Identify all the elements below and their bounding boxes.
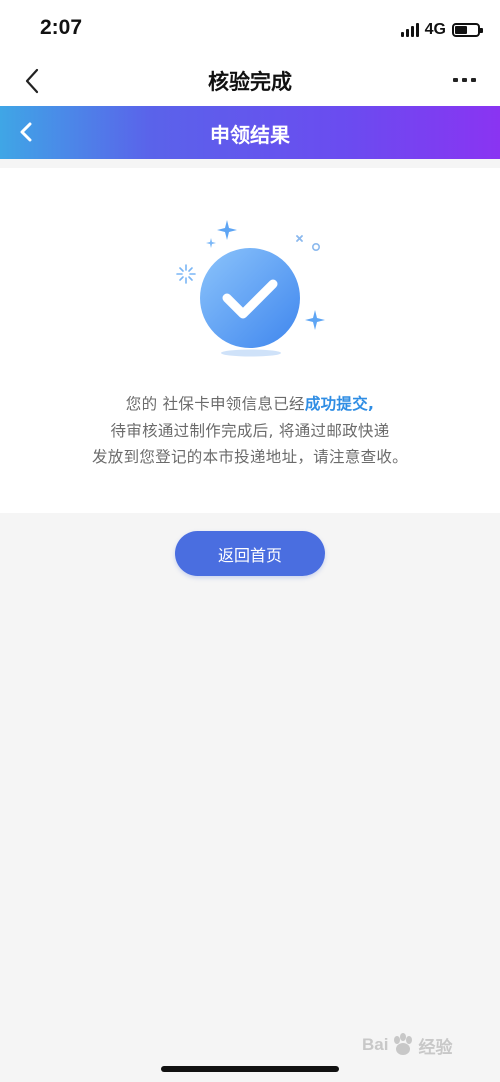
watermark-text-b: 经验 (418, 1037, 453, 1057)
result-message-line-3: 发放到您登记的本市投递地址，请注意查收。 (91, 448, 408, 466)
status-bar: 2:07 4G (0, 0, 500, 56)
page-title: 核验完成 (208, 70, 292, 94)
return-home-button[interactable]: 返回首页 (175, 531, 325, 576)
result-message-prefix: 您的 社保卡申领信息已经 (125, 395, 305, 413)
success-check-icon (176, 220, 325, 357)
status-indicators: 4G (400, 20, 483, 40)
more-dots-icon[interactable] (453, 78, 476, 82)
result-message-highlight: 成功提交, (304, 395, 375, 413)
result-message-line-2: 待审核通过制作完成后, 将通过邮政快递 (110, 422, 390, 440)
result-card: 您的 社保卡申领信息已经成功提交, 待审核通过制作完成后, 将通过邮政快递 发放… (0, 168, 500, 513)
watermark-text-a: Bai (362, 1035, 389, 1054)
result-message-line-1: 您的 社保卡申领信息已经成功提交, (0, 392, 500, 414)
status-time: 2:07 (40, 16, 83, 39)
watermark: Bai 经验 (362, 1028, 452, 1062)
network-label: 4G (424, 21, 446, 38)
home-indicator[interactable] (161, 1066, 339, 1072)
result-header-banner: 申领结果 (0, 106, 500, 159)
paw-logo-icon (394, 1033, 413, 1055)
banner-title: 申领结果 (210, 123, 290, 147)
signal-icon (400, 23, 419, 37)
battery-icon (452, 23, 483, 37)
nav-bar: 核验完成 (0, 56, 500, 106)
